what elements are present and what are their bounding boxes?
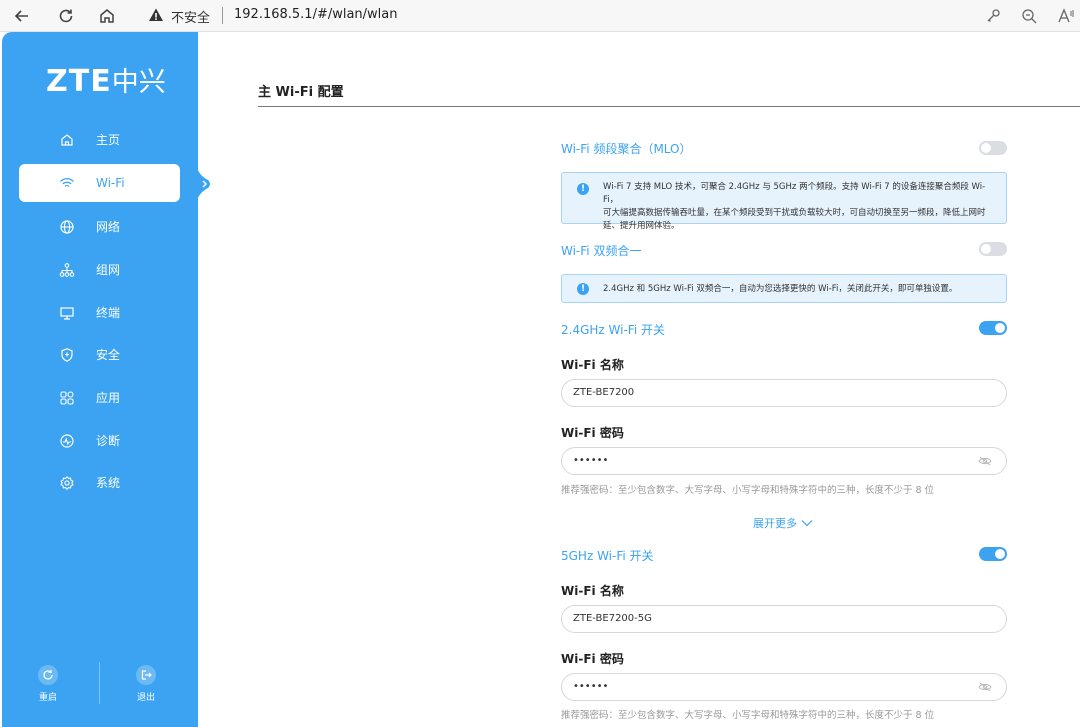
- info-icon: !: [577, 283, 589, 295]
- band24-label: 2.4GHz Wi-Fi 开关: [561, 323, 665, 337]
- band5-ssid-value: ZTE-BE7200-5G: [573, 613, 652, 624]
- band5-password-hint: 推荐强密码：至少包含数字、大写字母、小写字母和特殊字符中的三种，长度不少于 8 …: [561, 710, 935, 721]
- logo-cn: 中兴: [111, 67, 166, 98]
- apps-icon: [60, 391, 74, 405]
- mesh-icon: [59, 263, 75, 277]
- band5-password-value: ••••••: [573, 681, 609, 692]
- toggle-knob: [995, 549, 1005, 559]
- toggle-knob: [995, 323, 1005, 333]
- page-title: 主 Wi-Fi 配置: [258, 85, 344, 100]
- band24-ssid-input[interactable]: ZTE-BE7200: [561, 379, 1007, 407]
- band24-password-label: Wi-Fi 密码: [561, 426, 624, 440]
- sidebar-item-label: 安全: [96, 348, 121, 362]
- sidebar-item-network[interactable]: 网络: [19, 208, 180, 246]
- logo-latin: ZTE: [46, 64, 112, 99]
- mlo-info-box: ! Wi-Fi 7 支持 MLO 技术，可聚合 2.4GHz 与 5GHz 两个…: [561, 172, 1007, 231]
- sidebar-item-label: 组网: [96, 263, 121, 277]
- sidebar-item-label: Wi-Fi: [96, 176, 125, 190]
- key-icon[interactable]: [983, 6, 1003, 26]
- band24-password-hint: 推荐强密码：至少包含数字、大写字母、小写字母和特殊字符中的三种，长度不少于 8 …: [561, 485, 935, 496]
- band5-label: 5GHz Wi-Fi 开关: [561, 549, 654, 563]
- home-browser-icon[interactable]: [97, 6, 117, 26]
- toggle-knob: [981, 244, 991, 254]
- refresh-icon[interactable]: [56, 6, 76, 26]
- sidebar-item-apps[interactable]: 应用: [19, 379, 180, 417]
- band24-ssid-value: ZTE-BE7200: [573, 387, 635, 398]
- mlo-info-line: 可大幅提高数据传输吞吐量，在某个频段受到干扰或负载较大时，可自动切换至另一频段，…: [603, 208, 986, 218]
- wifi-icon: [60, 178, 74, 187]
- dual-band-info-text: 2.4GHz 和 5GHz Wi-Fi 双频合一，自动为您选择更快的 Wi-Fi…: [603, 284, 958, 294]
- band5-password-input[interactable]: ••••••: [561, 673, 1007, 701]
- sidebar-item-label: 应用: [96, 391, 121, 405]
- home-icon: [61, 134, 73, 146]
- sidebar-item-diagnosis[interactable]: 诊断: [19, 422, 180, 460]
- sidebar-item-label: 终端: [96, 306, 121, 320]
- dual-band-toggle[interactable]: [979, 242, 1007, 256]
- logout-icon: [141, 670, 152, 680]
- sidebar-item-system[interactable]: 系统: [19, 464, 180, 502]
- address-bar-url[interactable]: 192.168.5.1/#/wlan/wlan: [234, 7, 398, 22]
- restart-icon: [43, 670, 53, 680]
- mlo-label: Wi-Fi 频段聚合（MLO）: [561, 142, 692, 156]
- sidebar-item-security[interactable]: 安全: [19, 336, 180, 374]
- chevron-down-icon: [801, 520, 812, 527]
- address-separator: [222, 7, 223, 24]
- mlo-info-line: Wi-Fi 7 支持 MLO 技术，可聚合 2.4GHz 与 5GHz 两个频段…: [603, 182, 986, 205]
- warning-icon[interactable]: [148, 7, 164, 23]
- dual-band-label: Wi-Fi 双频合一: [561, 244, 642, 258]
- insecure-label[interactable]: 不安全: [171, 7, 210, 26]
- band24-ssid-label: Wi-Fi 名称: [561, 358, 624, 372]
- back-arrow-icon[interactable]: [12, 6, 32, 26]
- band24-password-value: ••••••: [573, 455, 609, 466]
- read-aloud-icon[interactable]: [1056, 6, 1076, 26]
- toggle-knob: [981, 143, 991, 153]
- mlo-info-line: 延、提升用网体验。: [603, 221, 680, 231]
- band5-toggle[interactable]: [979, 547, 1007, 561]
- restart-button[interactable]: 重启: [28, 665, 68, 703]
- logout-label: 退出: [136, 693, 155, 703]
- mlo-toggle[interactable]: [979, 141, 1007, 155]
- sidebar-bottom-divider: [99, 662, 100, 704]
- expand-more-link[interactable]: 展开更多: [753, 515, 813, 531]
- active-nav-pointer: [196, 160, 210, 208]
- band5-ssid-label: Wi-Fi 名称: [561, 584, 624, 598]
- sidebar-item-label: 诊断: [96, 434, 121, 448]
- sidebar-item-label: 主页: [96, 133, 121, 147]
- band24-toggle[interactable]: [979, 321, 1007, 335]
- gear-icon: [60, 475, 74, 491]
- band5-ssid-input[interactable]: ZTE-BE7200-5G: [561, 605, 1007, 633]
- logout-button[interactable]: 退出: [126, 665, 166, 703]
- globe-icon: [60, 220, 74, 234]
- sidebar-item-mesh[interactable]: 组网: [19, 251, 180, 289]
- eye-off-icon[interactable]: [978, 456, 992, 466]
- restart-label: 重启: [38, 693, 57, 703]
- title-divider: [258, 106, 1080, 107]
- zte-logo: ZTE中兴: [46, 60, 166, 99]
- zoom-icon[interactable]: [1019, 6, 1039, 26]
- sidebar-item-terminal[interactable]: 终端: [19, 294, 180, 332]
- sidebar: ZTE中兴 主页 Wi-Fi 网络 组网 终端 安全 应用 诊断 系统 重启 退…: [2, 32, 198, 727]
- band5-password-label: Wi-Fi 密码: [561, 652, 624, 666]
- monitor-icon: [60, 307, 74, 320]
- info-icon: !: [577, 183, 589, 195]
- diagnosis-icon: [60, 434, 74, 448]
- eye-off-icon[interactable]: [978, 682, 992, 692]
- dual-band-info-box: ! 2.4GHz 和 5GHz Wi-Fi 双频合一，自动为您选择更快的 Wi-…: [561, 274, 1007, 303]
- expand-more-label: 展开更多: [753, 517, 797, 530]
- browser-toolbar: 不安全 192.168.5.1/#/wlan/wlan: [0, 0, 1080, 32]
- sidebar-item-label: 系统: [96, 476, 121, 490]
- shield-icon: [61, 348, 73, 362]
- sidebar-item-home[interactable]: 主页: [19, 121, 180, 159]
- sidebar-item-wifi[interactable]: Wi-Fi: [19, 164, 180, 202]
- band24-password-input[interactable]: ••••••: [561, 447, 1007, 475]
- sidebar-item-label: 网络: [96, 220, 121, 234]
